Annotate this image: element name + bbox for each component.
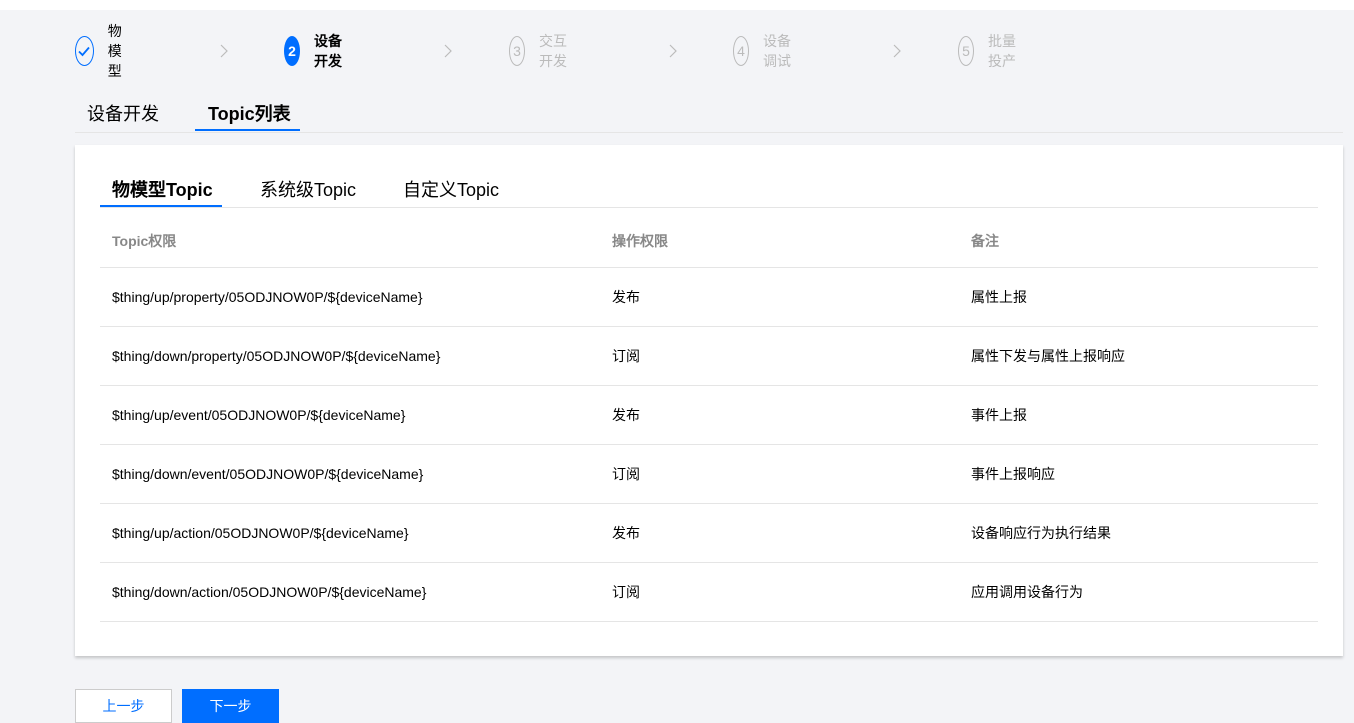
top-strip bbox=[0, 0, 1354, 10]
tab-device-development[interactable]: 设备开发 bbox=[87, 100, 159, 130]
chevron-right-icon bbox=[220, 44, 228, 58]
table-row: $thing/down/event/05ODJNOW0P/${deviceNam… bbox=[100, 444, 1318, 504]
column-header-operation-permission: 操作权限 bbox=[600, 215, 959, 268]
table-row: $thing/down/property/05ODJNOW0P/${device… bbox=[100, 326, 1318, 386]
topic-cell: $thing/up/property/05ODJNOW0P/${deviceNa… bbox=[100, 267, 600, 327]
tab-system-topic[interactable]: 系统级Topic bbox=[260, 176, 356, 202]
topic-cell: $thing/up/event/05ODJNOW0P/${deviceName} bbox=[100, 385, 600, 445]
operation-cell: 发布 bbox=[600, 503, 959, 563]
chevron-right-icon bbox=[669, 44, 677, 58]
remark-cell: 事件上报 bbox=[959, 385, 1318, 445]
remark-cell: 设备响应行为执行结果 bbox=[959, 503, 1318, 563]
topic-table: Topic权限 操作权限 备注 $thing/up/property/05ODJ… bbox=[100, 215, 1318, 622]
step-5-indicator: 5 bbox=[958, 36, 974, 66]
table-row: $thing/up/property/05ODJNOW0P/${deviceNa… bbox=[100, 267, 1318, 327]
topic-cell: $thing/down/event/05ODJNOW0P/${deviceNam… bbox=[100, 444, 600, 504]
next-step-button[interactable]: 下一步 bbox=[182, 689, 279, 723]
column-header-topic-permission: Topic权限 bbox=[100, 215, 600, 268]
operation-cell: 订阅 bbox=[600, 562, 959, 622]
tab-thing-model-topic[interactable]: 物模型Topic bbox=[112, 176, 213, 202]
step-2-label: 设备开发 bbox=[314, 33, 342, 69]
chevron-right-icon bbox=[444, 44, 452, 58]
tab-topic-list[interactable]: Topic列表 bbox=[208, 100, 291, 130]
check-icon bbox=[78, 46, 91, 57]
step-device-development[interactable]: 2 设备开发 bbox=[284, 33, 342, 69]
step-4-indicator: 4 bbox=[733, 36, 749, 66]
table-row: $thing/down/action/05ODJNOW0P/${deviceNa… bbox=[100, 562, 1318, 622]
operation-cell: 发布 bbox=[600, 385, 959, 445]
remark-cell: 事件上报响应 bbox=[959, 444, 1318, 504]
remark-cell: 属性下发与属性上报响应 bbox=[959, 326, 1318, 386]
step-3-label: 交互开发 bbox=[539, 33, 567, 69]
topic-cell: $thing/up/action/05ODJNOW0P/${deviceName… bbox=[100, 503, 600, 563]
column-header-remark: 备注 bbox=[959, 215, 1318, 268]
previous-step-button[interactable]: 上一步 bbox=[75, 689, 172, 723]
step-3-indicator: 3 bbox=[509, 36, 525, 66]
step-mass-production[interactable]: 5 批量投产 bbox=[958, 33, 1016, 69]
table-row: $thing/up/event/05ODJNOW0P/${deviceName}… bbox=[100, 385, 1318, 445]
step-4-label: 设备调试 bbox=[763, 33, 791, 69]
active-subtab-indicator bbox=[100, 205, 222, 207]
remark-cell: 属性上报 bbox=[959, 267, 1318, 327]
step-device-debugging[interactable]: 4 设备调试 bbox=[733, 33, 791, 69]
topic-type-tabs: 物模型Topic 系统级Topic 自定义Topic bbox=[100, 172, 1318, 208]
operation-cell: 订阅 bbox=[600, 326, 959, 386]
chevron-right-icon bbox=[893, 44, 901, 58]
active-tab-indicator bbox=[195, 129, 300, 131]
step-1-label: 物模型 bbox=[107, 23, 122, 79]
topic-cell: $thing/down/action/05ODJNOW0P/${deviceNa… bbox=[100, 562, 600, 622]
step-5-label: 批量投产 bbox=[988, 33, 1016, 69]
table-row: $thing/up/action/05ODJNOW0P/${deviceName… bbox=[100, 503, 1318, 563]
tab-custom-topic[interactable]: 自定义Topic bbox=[403, 176, 499, 202]
table-header-row: Topic权限 操作权限 备注 bbox=[100, 215, 1318, 268]
topic-cell: $thing/down/property/05ODJNOW0P/${device… bbox=[100, 326, 600, 386]
operation-cell: 发布 bbox=[600, 267, 959, 327]
step-interaction-development[interactable]: 3 交互开发 bbox=[509, 33, 567, 69]
top-tab-bar: 设备开发 Topic列表 bbox=[75, 92, 1343, 133]
step-2-indicator: 2 bbox=[284, 36, 300, 66]
step-thing-model[interactable]: 物模型 bbox=[75, 23, 133, 79]
operation-cell: 订阅 bbox=[600, 444, 959, 504]
remark-cell: 应用调用设备行为 bbox=[959, 562, 1318, 622]
step-1-indicator bbox=[75, 36, 94, 66]
topic-card: 物模型Topic 系统级Topic 自定义Topic Topic权限 操作权限 … bbox=[75, 145, 1343, 656]
